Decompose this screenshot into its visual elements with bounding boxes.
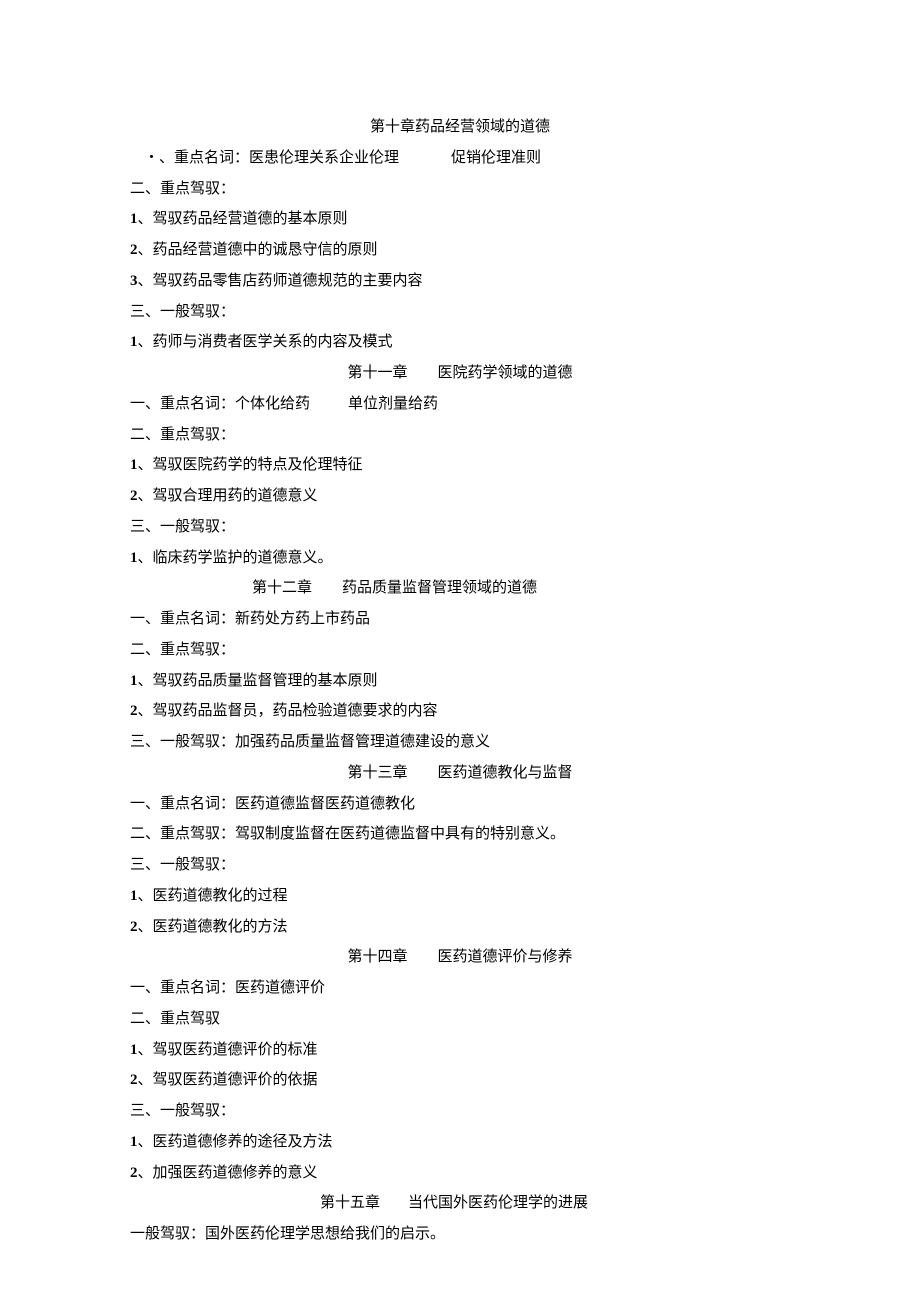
text: 、驾驭合理用药的道德意义 (138, 488, 318, 504)
ch13-s3-item1: 1、医药道德教化的过程 (130, 881, 790, 912)
ch13-s3-header: 三、一般驾驭： (130, 850, 790, 881)
text: 、驾驭药品监督员，药品检验道德要求的内容 (138, 703, 438, 719)
ch13-s3-item2: 2、医药道德教化的方法 (130, 912, 790, 943)
ch14-s2-item1: 1、驾驭医药道德评价的标准 (130, 1035, 790, 1066)
ch10-s2-item2: 2、药品经营道德中的诚恳守信的原则 (130, 235, 790, 266)
ch14-s3-item1: 1、医药道德修养的途径及方法 (130, 1127, 790, 1158)
num: 3 (130, 273, 138, 289)
ch10-s3-header: 三、一般驾驭： (130, 297, 790, 328)
ch14-keywords: 一、重点名词：医药道德评价 (130, 973, 790, 1004)
title-a: 第十四章 (347, 949, 407, 965)
ch12-keywords: 一、重点名词：新药处方药上市药品 (130, 604, 790, 635)
text: 、驾驭药品质量监督管理的基本原则 (138, 673, 378, 689)
title-b: 当代国外医药伦理学的进展 (408, 1195, 588, 1211)
ch13-s2: 二、重点驾驭：驾驭制度监督在医药道德监督中具有的特别意义。 (130, 819, 790, 850)
text: 、驾驭药品经营道德的基本原则 (138, 211, 348, 227)
ch15-s1: 一般驾驭：国外医药伦理学思想给我们的启示。 (130, 1219, 790, 1250)
num: 1 (130, 888, 138, 904)
chapter-10-title: 第十章药品经营领域的道德 (130, 112, 790, 143)
text: 、加强医药道德修养的意义 (138, 1165, 318, 1181)
num: 2 (130, 919, 138, 935)
ch11-s2-item1: 1、驾驭医院药学的特点及伦理特征 (130, 450, 790, 481)
chapter-14-title: 第十四章 医药道德评价与修养 (130, 942, 790, 973)
ch10-s2-item1: 1、驾驭药品经营道德的基本原则 (130, 204, 790, 235)
ch10-s2-header: 二、重点驾驭： (130, 174, 790, 205)
chapter-13-title: 第十三章 医药道德教化与监督 (130, 758, 790, 789)
num: 1 (130, 457, 138, 473)
chapter-12-title: 第十二章 药品质量监督管理领域的道德 (130, 573, 790, 604)
ch12-s3: 三、一般驾驭：加强药品质量监督管理道德建设的意义 (130, 727, 790, 758)
num: 2 (130, 488, 138, 504)
title-a: 第十二章 (252, 580, 312, 596)
chapter-11-title: 第十一章 医院药学领域的道德 (130, 358, 790, 389)
ch10-keywords-a: ・、重点名词：医患伦理关系企业伦理 (144, 150, 399, 166)
title-a: 第十一章 (347, 365, 407, 381)
ch10-s2-item3: 3、驾驭药品零售店药师道德规范的主要内容 (130, 266, 790, 297)
ch10-keywords: ・、重点名词：医患伦理关系企业伦理 促销伦理准则 (130, 143, 790, 174)
text: 、医药道德修养的途径及方法 (138, 1134, 333, 1150)
text: 、医药道德教化的方法 (138, 919, 288, 935)
title-b: 医药道德评价与修养 (438, 949, 573, 965)
ch11-s2-item2: 2、驾驭合理用药的道德意义 (130, 481, 790, 512)
ch11-s2-header: 二、重点驾驭： (130, 420, 790, 451)
num: 2 (130, 703, 138, 719)
ch13-keywords: 一、重点名词：医药道德监督医药道德教化 (130, 789, 790, 820)
ch11-keywords: 一、重点名词：个体化给药 单位剂量给药 (130, 389, 790, 420)
ch14-s2-item2: 2、驾驭医药道德评价的依据 (130, 1065, 790, 1096)
text: 、药师与消费者医学关系的内容及模式 (138, 334, 393, 350)
ch12-s2-item1: 1、驾驭药品质量监督管理的基本原则 (130, 666, 790, 697)
title-a: 第十五章 (320, 1195, 380, 1211)
ch12-s2-item2: 2、驾驭药品监督员，药品检验道德要求的内容 (130, 696, 790, 727)
ch11-keywords-b: 单位剂量给药 (348, 396, 438, 412)
ch10-s3-item1: 1、药师与消费者医学关系的内容及模式 (130, 327, 790, 358)
num: 2 (130, 1072, 138, 1088)
num: 1 (130, 1134, 138, 1150)
ch11-keywords-a: 一、重点名词：个体化给药 (130, 396, 310, 412)
text: 、驾驭医药道德评价的依据 (138, 1072, 318, 1088)
num: 2 (130, 1165, 138, 1181)
num: 2 (130, 242, 138, 258)
ch14-s3-header: 三、一般驾驭： (130, 1096, 790, 1127)
document-page: 第十章药品经营领域的道德 ・、重点名词：医患伦理关系企业伦理 促销伦理准则 二、重… (0, 0, 920, 1310)
num: 1 (130, 673, 138, 689)
ch10-keywords-b: 促销伦理准则 (451, 150, 541, 166)
ch14-s3-item2: 2、加强医药道德修养的意义 (130, 1158, 790, 1189)
title-b: 医院药学领域的道德 (438, 365, 573, 381)
title-a: 第十三章 (347, 765, 407, 781)
ch12-s2-header: 二、重点驾驭： (130, 635, 790, 666)
num: 1 (130, 334, 138, 350)
title-b: 医药道德教化与监督 (438, 765, 573, 781)
text: 、驾驭医药道德评价的标准 (138, 1042, 318, 1058)
text: 、临床药学监护的道德意义。 (138, 550, 333, 566)
text: 、驾驭药品零售店药师道德规范的主要内容 (138, 273, 423, 289)
num: 1 (130, 1042, 138, 1058)
num: 1 (130, 211, 138, 227)
text: 、驾驭医院药学的特点及伦理特征 (138, 457, 363, 473)
num: 1 (130, 550, 138, 566)
ch14-s2-header: 二、重点驾驭 (130, 1004, 790, 1035)
title-b: 药品质量监督管理领域的道德 (342, 580, 537, 596)
ch11-s3-item1: 1、临床药学监护的道德意义。 (130, 543, 790, 574)
chapter-15-title: 第十五章 当代国外医药伦理学的进展 (130, 1188, 790, 1219)
ch11-s3-header: 三、一般驾驭： (130, 512, 790, 543)
text: 、医药道德教化的过程 (138, 888, 288, 904)
text: 、药品经营道德中的诚恳守信的原则 (138, 242, 378, 258)
